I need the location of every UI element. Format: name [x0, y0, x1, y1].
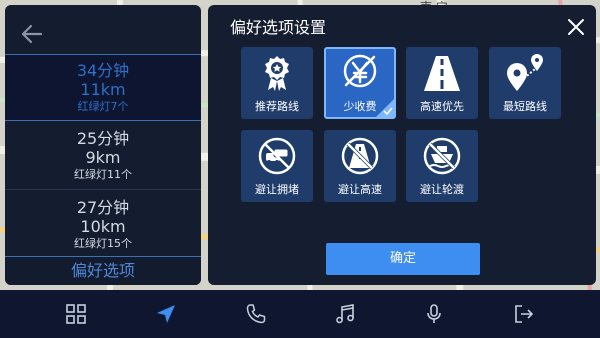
route-option-3[interactable]: 27分钟 10km 红绿灯15个 — [5, 190, 201, 256]
preference-options-tab[interactable]: 偏好选项 — [5, 257, 201, 285]
back-arrow-icon[interactable] — [19, 21, 45, 47]
route-traffic-lights: 红绿灯11个 — [74, 168, 132, 181]
option-label: 避让高速 — [338, 183, 382, 196]
option-recommended-route[interactable]: 推荐路线 — [241, 47, 313, 119]
exit-icon[interactable] — [512, 302, 536, 326]
route-time: 27分钟 — [76, 198, 130, 217]
route-option-2[interactable]: 25分钟 9km 红绿灯11个 — [5, 121, 201, 187]
shortest-route-icon — [507, 54, 543, 91]
navigation-icon[interactable] — [154, 302, 178, 326]
confirm-button[interactable]: 确定 — [326, 243, 480, 275]
route-time: 34分钟 — [76, 61, 130, 80]
less-toll-icon — [343, 54, 377, 88]
music-icon[interactable] — [333, 302, 357, 326]
avoid-highway-icon — [341, 137, 379, 175]
avoid-ferry-icon — [423, 137, 461, 175]
highway-priority-icon — [424, 56, 460, 91]
settings-title: 偏好选项设置 — [230, 18, 327, 37]
option-avoid-highway[interactable]: 避让高速 — [324, 130, 396, 202]
option-less-toll[interactable]: 少收费 — [324, 47, 396, 119]
route-traffic-lights: 红绿灯15个 — [74, 237, 132, 250]
option-label: 最短路线 — [503, 100, 547, 113]
route-time: 25分钟 — [76, 129, 130, 148]
route-distance: 10km — [80, 217, 126, 236]
route-distance: 9km — [85, 148, 121, 167]
route-traffic-lights: 红绿灯7个 — [77, 100, 129, 113]
apps-grid-icon[interactable] — [64, 302, 88, 326]
route-option-1[interactable]: 34分钟 11km 红绿灯7个 — [5, 55, 201, 121]
route-list-panel: 34分钟 11km 红绿灯7个 25分钟 9km 红绿灯11个 27分钟 10k… — [5, 5, 201, 285]
avoid-congestion-icon — [258, 137, 296, 175]
option-avoid-ferry[interactable]: 避让轮渡 — [406, 130, 478, 202]
recommended-route-icon — [265, 56, 289, 91]
microphone-icon[interactable] — [422, 302, 446, 326]
route-distance: 11km — [80, 80, 126, 99]
check-icon — [376, 99, 394, 117]
option-label: 避让拥堵 — [255, 183, 299, 196]
bottom-dock — [0, 290, 600, 338]
phone-icon[interactable] — [244, 302, 268, 326]
option-label: 高速优先 — [420, 100, 464, 113]
close-icon[interactable] — [566, 17, 586, 37]
option-label: 避让轮渡 — [420, 183, 464, 196]
option-avoid-congestion[interactable]: 避让拥堵 — [241, 130, 313, 202]
preference-settings-panel: 偏好选项设置 推荐路线 少收费 高速优先 最短路线 避让拥堵 避让高速 避让轮渡… — [208, 5, 596, 285]
option-label: 推荐路线 — [255, 100, 299, 113]
option-shortest-route[interactable]: 最短路线 — [489, 47, 561, 119]
option-highway-priority[interactable]: 高速优先 — [406, 47, 478, 119]
